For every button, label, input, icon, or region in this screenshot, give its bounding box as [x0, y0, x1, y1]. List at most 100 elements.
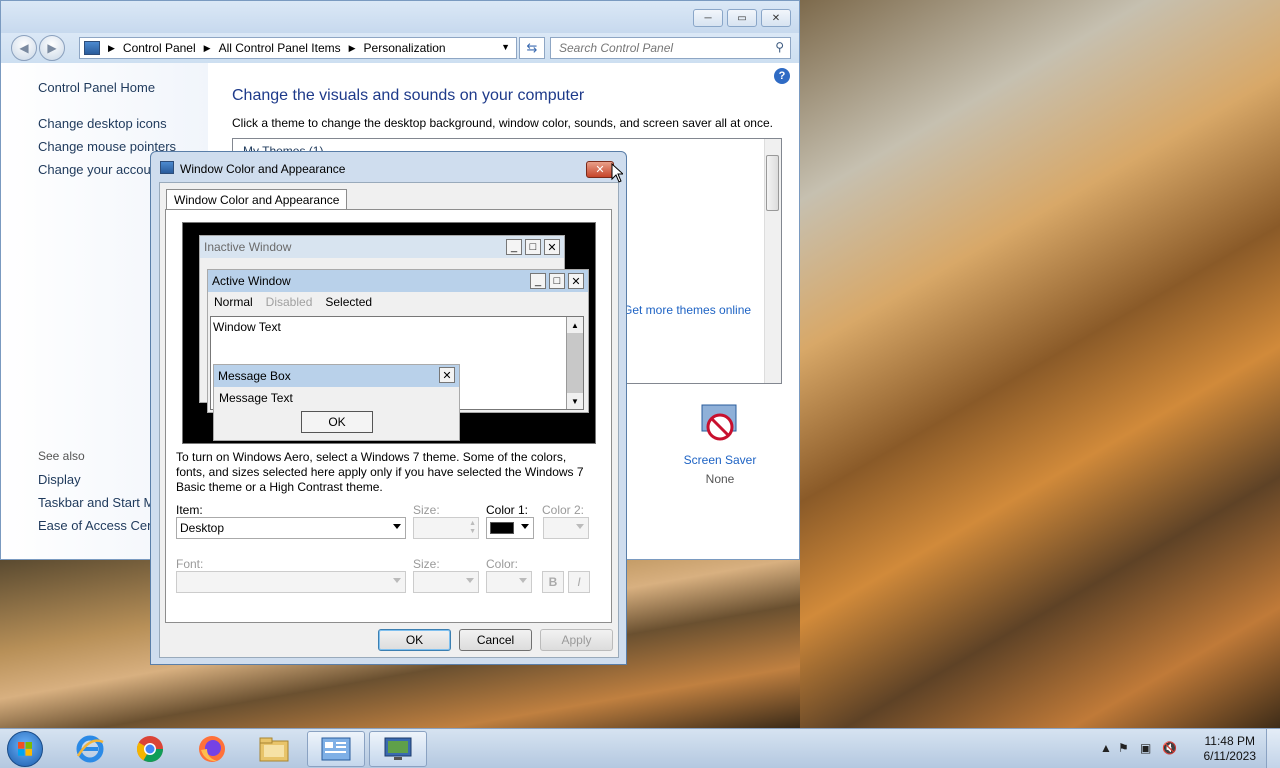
chevron-down-icon [393, 578, 401, 583]
title-bar[interactable]: ─ ▭ ✕ [1, 1, 799, 33]
tab-panel: Inactive Window _ □ ✕ Active Window _ □ ✕ No… [165, 209, 612, 623]
appearance-preview[interactable]: Inactive Window _ □ ✕ Active Window _ □ ✕ No… [182, 222, 596, 444]
scrollbar-thumb[interactable] [766, 155, 779, 211]
menu-disabled[interactable]: Disabled [266, 295, 313, 309]
maximize-icon: □ [549, 273, 565, 289]
network-icon[interactable]: ▣ [1140, 741, 1151, 755]
firefox-button[interactable] [183, 731, 241, 767]
preview-scrollbar[interactable]: ▲ ▼ [566, 317, 583, 409]
dialog-body: Window Color and Appearance Inactive Win… [159, 182, 619, 658]
clock-date: 6/11/2023 [1203, 749, 1257, 763]
display-settings-icon [384, 737, 412, 760]
change-desktop-icons-link[interactable]: Change desktop icons [38, 116, 167, 131]
file-explorer-button[interactable] [245, 731, 303, 767]
control-panel-taskbar-button[interactable] [307, 731, 365, 767]
clock-time: 11:48 PM [1204, 734, 1255, 748]
window-color-appearance-dialog: Window Color and Appearance ✕ Window Col… [150, 151, 627, 665]
close-button[interactable]: ✕ [586, 161, 614, 178]
system-tray: ▲ ⚑ ▣ 🔇 11:48 PM 6/11/2023 [1090, 729, 1280, 768]
screen-saver-label: Screen Saver [683, 453, 757, 467]
chrome-button[interactable] [121, 731, 179, 767]
tab-window-color[interactable]: Window Color and Appearance [166, 189, 348, 210]
color2-picker[interactable] [543, 517, 589, 539]
scroll-up-icon[interactable]: ▲ [567, 317, 583, 333]
chevron-down-icon[interactable]: ▼ [501, 42, 510, 52]
font-size-dropdown[interactable] [413, 571, 479, 593]
ok-button[interactable]: OK [378, 629, 451, 651]
font-size-label: Size: [413, 557, 440, 571]
internet-explorer-icon [76, 735, 104, 763]
aero-explanation: To turn on Windows Aero, select a Window… [176, 450, 584, 494]
search-icon[interactable]: ⚲ [775, 40, 784, 54]
color1-label: Color 1: [486, 503, 529, 517]
show-desktop-button[interactable] [1266, 729, 1280, 768]
active-window-title: Active Window [212, 274, 291, 288]
chevron-down-icon [466, 578, 474, 583]
chrome-icon [136, 736, 164, 763]
clock[interactable]: 11:48 PM 6/11/2023 [1204, 734, 1257, 764]
message-box-title: Message Box [218, 369, 291, 383]
help-icon[interactable]: ? [774, 68, 790, 84]
message-text: Message Text [219, 391, 293, 405]
menu-normal[interactable]: Normal [214, 295, 253, 309]
menu-selected[interactable]: Selected [325, 295, 372, 309]
chevron-down-icon [393, 524, 401, 529]
maximize-button[interactable]: ▭ [727, 9, 757, 27]
start-button[interactable] [7, 731, 43, 767]
message-ok-button[interactable]: OK [301, 411, 373, 433]
address-bar[interactable]: ▶ Control Panel ▶ All Control Panel Item… [79, 37, 517, 59]
stepper-icon: ▲ ▼ [469, 520, 476, 535]
show-hidden-icons-icon[interactable]: ▲ [1100, 741, 1112, 755]
forward-button[interactable]: ▶ [39, 35, 65, 61]
breadcrumb-personalization[interactable]: Personalization [364, 41, 446, 55]
breadcrumb-control-panel[interactable]: Control Panel [123, 41, 196, 55]
display-link[interactable]: Display [38, 472, 81, 487]
size-stepper[interactable]: ▲ ▼ [413, 517, 479, 539]
get-more-themes-link[interactable]: Get more themes online [623, 303, 751, 317]
dialog-app-icon [160, 161, 174, 174]
size-label: Size: [413, 503, 440, 517]
volume-muted-icon[interactable]: 🔇 [1162, 741, 1177, 755]
apply-button[interactable]: Apply [540, 629, 613, 651]
control-panel-icon [84, 41, 100, 55]
bold-button[interactable]: B [542, 571, 564, 593]
back-button[interactable]: ◀ [11, 35, 37, 61]
scroll-down-icon[interactable]: ▼ [567, 393, 583, 409]
cancel-button[interactable]: Cancel [459, 629, 532, 651]
font-dropdown[interactable] [176, 571, 406, 593]
mouse-cursor-icon [611, 163, 623, 183]
chevron-down-icon [519, 578, 527, 583]
chevron-down-icon [576, 524, 584, 529]
vertical-scrollbar[interactable] [764, 139, 781, 383]
close-icon: ✕ [568, 273, 584, 289]
minimize-icon: _ [506, 239, 522, 255]
minimize-button[interactable]: ─ [693, 9, 723, 27]
display-settings-taskbar-button[interactable] [369, 731, 427, 767]
italic-button[interactable]: I [568, 571, 590, 593]
control-panel-icon [321, 737, 351, 761]
page-subtitle: Click a theme to change the desktop back… [232, 116, 773, 130]
close-button[interactable]: ✕ [761, 9, 791, 27]
firefox-icon [199, 736, 225, 762]
screen-saver-setting[interactable]: Screen Saver None [680, 403, 760, 486]
message-box-preview[interactable]: Message Box ✕ Message Text OK [213, 364, 460, 441]
close-icon: ✕ [439, 367, 455, 383]
see-also-label: See also [38, 449, 85, 463]
control-panel-home-link[interactable]: Control Panel Home [38, 80, 155, 95]
inactive-window-title: Inactive Window [204, 240, 292, 254]
close-icon: ✕ [544, 239, 560, 255]
color1-swatch [490, 522, 514, 534]
dialog-title-bar[interactable]: Window Color and Appearance ✕ [151, 152, 626, 182]
action-center-flag-icon[interactable]: ⚑ [1118, 741, 1129, 755]
screen-saver-icon [698, 403, 742, 445]
breadcrumb-all-items[interactable]: All Control Panel Items [219, 41, 341, 55]
color1-picker[interactable] [486, 517, 534, 539]
refresh-button[interactable]: ⇆ [519, 37, 545, 59]
font-label: Font: [176, 557, 204, 571]
search-input[interactable]: Search Control Panel ⚲ [550, 37, 791, 59]
item-dropdown[interactable]: Desktop [176, 517, 406, 539]
item-label: Item: [176, 503, 203, 517]
navigation-bar: ◀ ▶ ▶ Control Panel ▶ All Control Panel … [1, 33, 799, 63]
font-color-picker[interactable] [486, 571, 532, 593]
internet-explorer-button[interactable] [61, 731, 119, 767]
